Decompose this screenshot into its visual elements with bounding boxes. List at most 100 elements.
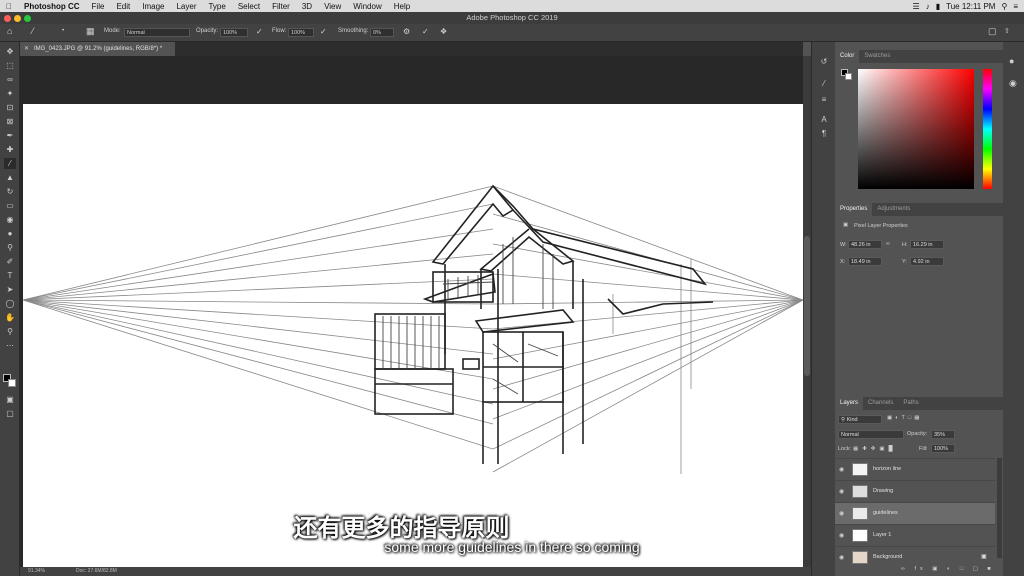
x-field[interactable]: 18.49 in (848, 257, 882, 266)
share-icon[interactable]: ⇧ (1004, 27, 1010, 35)
battery-icon[interactable]: ▮ (936, 2, 940, 11)
smoothing-field[interactable]: 0% (370, 28, 394, 37)
history-brush-tool-icon[interactable]: ↻ (4, 186, 16, 197)
close-window-button[interactable] (4, 15, 11, 22)
wifi-icon[interactable]: ☰ (913, 2, 920, 11)
hue-slider[interactable] (983, 69, 992, 189)
menu-select[interactable]: Select (232, 2, 266, 11)
zoom-window-button[interactable] (24, 15, 31, 22)
width-field[interactable]: 48.26 in (848, 240, 882, 249)
screen-mode-icon[interactable]: ▢ (4, 408, 16, 419)
lightbulb-icon[interactable]: ● (1009, 56, 1014, 66)
lasso-tool-icon[interactable]: ∞ (4, 74, 16, 85)
menu-edit[interactable]: Edit (110, 2, 136, 11)
gear-icon[interactable]: ⚙ (403, 27, 410, 36)
eyedropper-tool-icon[interactable]: ✒ (4, 130, 16, 141)
tab-swatches[interactable]: Swatches (859, 50, 895, 63)
visibility-eye-icon[interactable]: ◉ (839, 554, 844, 561)
workspace-icon[interactable]: ▢ (988, 26, 997, 37)
tab-properties[interactable]: Properties (835, 203, 873, 216)
menu-type[interactable]: Type (202, 2, 231, 11)
brush-size-icon[interactable]: • (62, 28, 64, 34)
y-field[interactable]: 4.92 in (910, 257, 944, 266)
tab-color[interactable]: Color (835, 50, 860, 63)
brush-settings-icon[interactable]: ▦ (86, 26, 95, 37)
quick-select-tool-icon[interactable]: ✦ (4, 88, 16, 99)
blur-tool-icon[interactable]: ● (4, 228, 16, 239)
eraser-tool-icon[interactable]: ▭ (4, 200, 16, 211)
stamp-tool-icon[interactable]: ▲ (4, 172, 16, 183)
marquee-tool-icon[interactable]: ⬚ (4, 60, 16, 71)
visibility-eye-icon[interactable]: ◉ (839, 532, 844, 539)
menu-help[interactable]: Help (388, 2, 416, 11)
type-tool-icon[interactable]: T (4, 270, 16, 281)
lock-icons[interactable]: ▦✚✥▣█ (853, 446, 897, 452)
zoom-tool-icon[interactable]: ⚲ (4, 326, 16, 337)
minimize-window-button[interactable] (14, 15, 21, 22)
tab-adjustments[interactable]: Adjustments (872, 203, 915, 216)
visibility-eye-icon[interactable]: ◉ (839, 488, 844, 495)
menu-filter[interactable]: Filter (266, 2, 296, 11)
apple-icon[interactable]:  (0, 2, 18, 11)
menu-image[interactable]: Image (136, 2, 170, 11)
layer-opacity-field[interactable]: 35% (931, 430, 955, 439)
dodge-tool-icon[interactable]: ⚲ (4, 242, 16, 253)
background-color-swatch[interactable] (8, 379, 16, 387)
canvas-area[interactable] (20, 56, 803, 567)
close-tab-icon[interactable]: ✕ (24, 45, 29, 52)
vertical-scroll-thumb[interactable] (804, 236, 810, 376)
menu-window[interactable]: Window (347, 2, 387, 11)
fill-field[interactable]: 100% (931, 444, 955, 453)
layer-filter-icons[interactable]: ▣◐T□▦ (887, 415, 922, 421)
tab-layers[interactable]: Layers (835, 397, 864, 410)
document-tab[interactable]: IMG_0423.JPG @ 91.2% (guidelines, RGB/8*… (20, 42, 175, 56)
brush-tool-preset-icon[interactable]: ⁄ (32, 26, 34, 36)
paragraph-panel-icon[interactable]: ¶ (818, 128, 830, 139)
layer-filter-kind[interactable]: ⚲ Kind (838, 415, 882, 424)
layer-row-selected[interactable]: ◉ guidelines (835, 502, 995, 524)
layer-action-icons[interactable]: ∞ fx ▣ ◐ □ ▢ ■ (901, 566, 995, 572)
height-field[interactable]: 16.29 in (910, 240, 944, 249)
layer-row[interactable]: ◉ horizon line (835, 458, 995, 480)
ellipse-tool-icon[interactable]: ◯ (4, 298, 16, 309)
menu-list-icon[interactable]: ≡ (1013, 2, 1018, 11)
menu-view[interactable]: View (318, 2, 347, 11)
symmetry-icon[interactable]: ❖ (440, 27, 447, 36)
brush-settings-panel-icon[interactable]: ⁄ (818, 78, 830, 89)
adjust-panel-icon[interactable]: ≡ (818, 94, 830, 105)
mode-select[interactable]: Normal (124, 28, 190, 37)
history-panel-icon[interactable]: ↺ (818, 56, 830, 67)
menu-file[interactable]: File (86, 2, 111, 11)
pen-tool-icon[interactable]: ✐ (4, 256, 16, 267)
volume-icon[interactable]: ♪ (926, 2, 930, 11)
more-tools-icon[interactable]: ⋯ (4, 340, 16, 351)
menu-app-name[interactable]: Photoshop CC (18, 2, 86, 11)
frame-tool-icon[interactable]: ⊠ (4, 116, 16, 127)
pressure-opacity-icon[interactable]: ✓ (256, 27, 263, 36)
hand-tool-icon[interactable]: ✋ (4, 312, 16, 323)
clock[interactable]: Tue 12:11 PM (946, 2, 995, 11)
layer-row[interactable]: ◉ Drawing (835, 480, 995, 502)
brush-angle-icon[interactable]: ✓ (422, 27, 429, 36)
menu-layer[interactable]: Layer (170, 2, 202, 11)
link-icon[interactable]: ∞ (886, 241, 890, 247)
paint-bucket-tool-icon[interactable]: ◉ (4, 214, 16, 225)
tab-channels[interactable]: Channels (863, 397, 898, 410)
move-tool-icon[interactable]: ✥ (4, 46, 16, 57)
airbrush-icon[interactable]: ✓ (320, 27, 327, 36)
crop-tool-icon[interactable]: ⊡ (4, 102, 16, 113)
color-panel-background[interactable] (845, 73, 852, 80)
flow-field[interactable]: 100% (288, 28, 314, 37)
color-field[interactable] (858, 69, 974, 189)
home-icon[interactable]: ⌂ (7, 26, 12, 36)
healing-brush-tool-icon[interactable]: ✚ (4, 144, 16, 155)
visibility-eye-icon[interactable]: ◉ (839, 510, 844, 517)
document-canvas[interactable] (23, 104, 803, 567)
character-panel-icon[interactable]: A (818, 114, 830, 125)
visibility-eye-icon[interactable]: ◉ (839, 466, 844, 473)
brush-tool-icon[interactable]: ⁄ (4, 158, 16, 169)
opacity-field[interactable]: 100% (220, 28, 248, 37)
quick-mask-icon[interactable]: ▣ (4, 394, 16, 405)
zoom-level[interactable]: 91.34% (28, 567, 45, 576)
tab-paths[interactable]: Paths (898, 397, 923, 410)
